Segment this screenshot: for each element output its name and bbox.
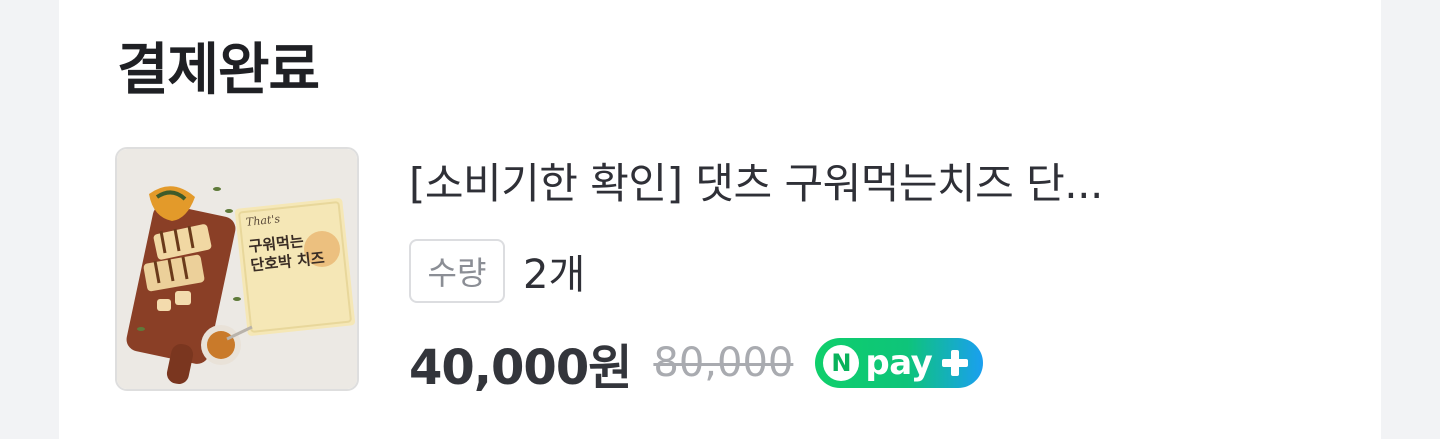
npay-n-icon: N: [823, 345, 860, 381]
npay-text: pay: [865, 343, 933, 383]
quantity-row: 수량 2개: [409, 239, 585, 303]
product-thumbnail[interactable]: That's 구워먹는 단호박 치즈: [115, 147, 359, 391]
product-name[interactable]: [소비기한 확인] 댓츠 구워먹는치즈 단...: [409, 154, 1289, 214]
page-title: 결제완료: [117, 38, 320, 103]
product-photo: That's 구워먹는 단호박 치즈: [117, 149, 357, 389]
original-price: 80,000: [653, 340, 794, 386]
sale-price: 40,000원: [409, 340, 632, 396]
quantity-value: 2개: [523, 252, 586, 298]
npay-plus-badge: N pay: [815, 338, 984, 388]
price-row: 40,000원 80,000 N pay: [409, 330, 984, 396]
order-complete-card: 결제완료 That's 구워먹는 단호박 치즈 [소비기한 확인] 댓츠 구워먹…: [59, 0, 1381, 439]
plus-icon: [942, 350, 969, 376]
quantity-label: 수량: [409, 239, 505, 303]
